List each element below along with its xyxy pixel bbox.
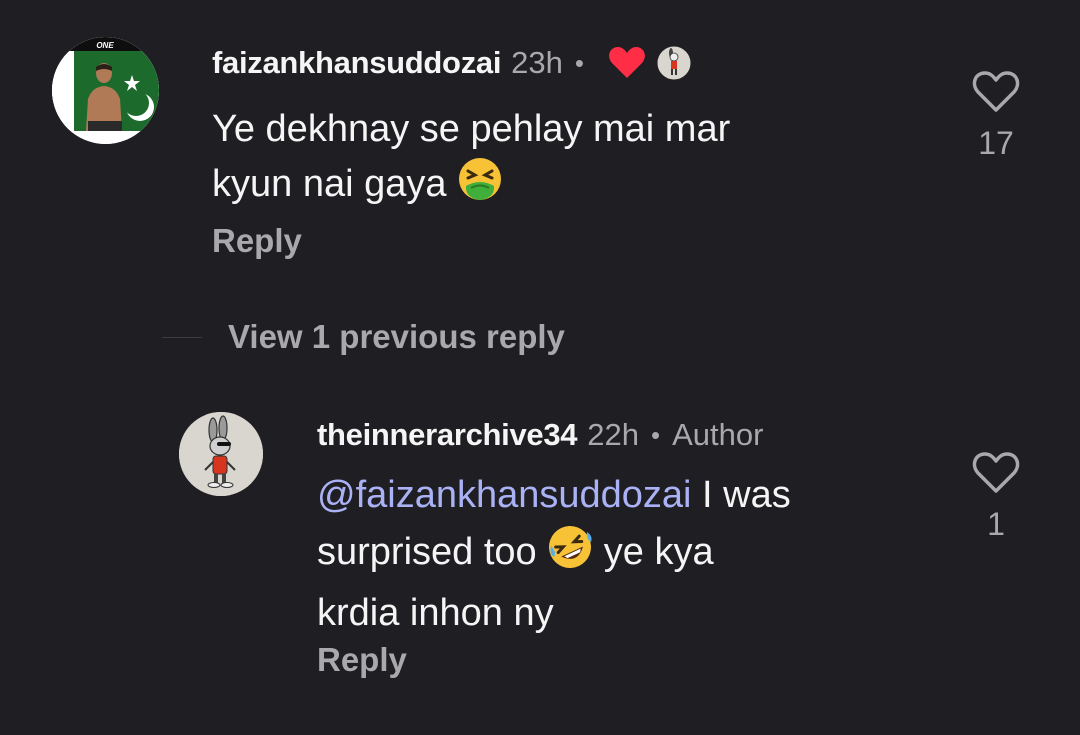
comment-like-count: 17 <box>978 125 1014 161</box>
thread-divider-line <box>162 336 202 338</box>
view-previous-replies[interactable]: View 1 previous reply <box>162 318 565 356</box>
avatar-image: ONE <box>52 37 159 144</box>
rofl-emoji-icon <box>547 524 593 585</box>
reply-text-fragment: ye kya <box>603 531 714 573</box>
reply-text-fragment: surprised too <box>317 531 548 573</box>
reply-text-line: surprised too ye kya <box>317 524 791 585</box>
heart-outline-icon[interactable] <box>972 70 1020 114</box>
comment-username[interactable]: faizankhansuddozai <box>212 45 501 81</box>
creator-mini-avatar <box>656 45 692 81</box>
reply-text: @faizankhansuddozai I was surprised too … <box>317 469 791 640</box>
reply-like-count: 1 <box>987 506 1005 542</box>
svg-text:ONE: ONE <box>96 41 114 50</box>
reply-text-line: krdia inhon ny <box>317 592 554 634</box>
separator-dot: • <box>574 47 584 78</box>
heart-outline-icon[interactable] <box>972 451 1020 495</box>
avatar-image <box>179 412 263 496</box>
mention-link[interactable]: @faizankhansuddozai <box>317 474 692 516</box>
comment-text-fragment: kyun nai gaya <box>212 163 447 205</box>
comment-header: faizankhansuddozai 23h • <box>212 42 692 84</box>
comment-text-line: Ye dekhnay se pehlay mai mar <box>212 108 731 150</box>
reply-text-fragment: I was <box>691 474 791 516</box>
reply-text-line: @faizankhansuddozai I was <box>317 469 791 522</box>
view-previous-replies-label[interactable]: View 1 previous reply <box>228 318 565 356</box>
nauseated-face-emoji-icon <box>457 156 503 217</box>
reply-reply-button[interactable]: Reply <box>317 641 407 679</box>
author-badge: Author <box>672 417 764 452</box>
reply-header: theinnerarchive34 22h • Author <box>317 414 763 456</box>
comment-reply-button[interactable]: Reply <box>212 222 302 260</box>
reply-like[interactable]: 1 <box>966 451 1026 543</box>
comment-time: 23h <box>511 45 563 80</box>
creator-liked-heart-icon <box>608 46 646 80</box>
reply-username[interactable]: theinnerarchive34 <box>317 417 578 453</box>
reply-avatar[interactable] <box>179 412 263 496</box>
comment-text-line: kyun nai gaya <box>212 156 730 217</box>
reply-time: 22h <box>587 417 639 452</box>
separator-dot: • <box>650 419 661 450</box>
commenter-avatar[interactable]: ONE <box>52 37 159 144</box>
comment-like[interactable]: 17 <box>966 70 1026 162</box>
comment-text: Ye dekhnay se pehlay mai mar kyun nai ga… <box>212 103 730 217</box>
